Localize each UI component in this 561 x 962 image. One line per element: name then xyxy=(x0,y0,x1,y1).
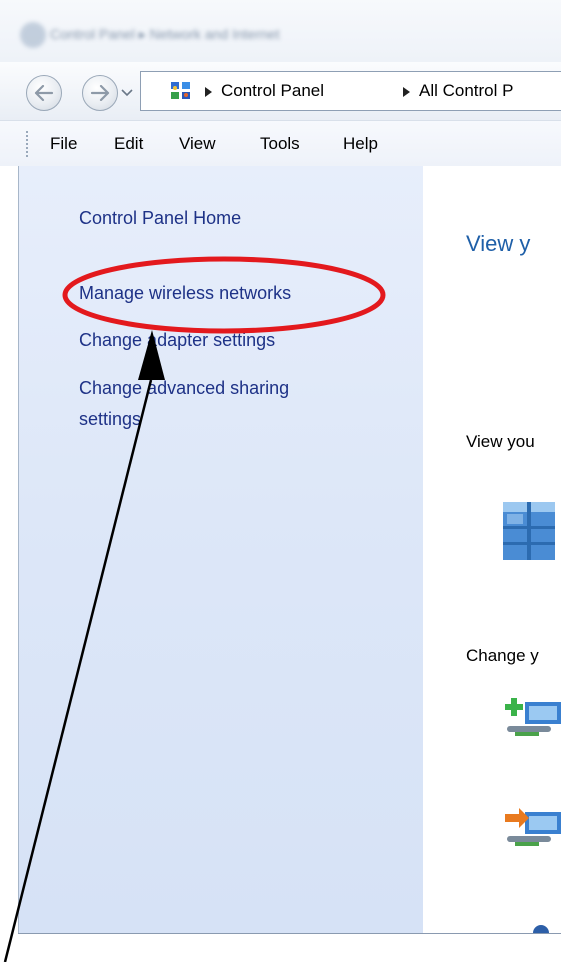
manage-wireless-networks-link[interactable]: Manage wireless networks xyxy=(79,281,291,305)
chevron-down-icon xyxy=(121,89,133,97)
menu-bar: File Edit View Tools Help xyxy=(0,120,561,166)
page-title: View y xyxy=(466,231,531,256)
task-pane: Control Panel Home Manage wireless netwo… xyxy=(18,166,423,933)
menu-edit[interactable]: Edit xyxy=(114,134,143,154)
menu-view[interactable]: View xyxy=(179,134,216,154)
breadcrumb-arrow-icon[interactable] xyxy=(205,87,212,97)
forward-arrow-icon xyxy=(90,85,110,101)
control-panel-icon xyxy=(171,82,190,99)
back-arrow-icon xyxy=(34,85,54,101)
breadcrumb-all-control-panel-items[interactable]: All Control P xyxy=(419,81,513,101)
blurred-title-strip: Control Panel ▸ Network and Internet xyxy=(20,22,560,52)
menu-grip xyxy=(26,131,28,157)
section-change-settings: Change y xyxy=(466,646,539,665)
control-panel-home-link[interactable]: Control Panel Home xyxy=(79,206,241,230)
section-view-networks: View you xyxy=(466,432,535,451)
title-bar: Control Panel ▸ Network and Internet xyxy=(0,0,561,62)
new-connection-icon[interactable] xyxy=(503,692,561,740)
window-bottom-edge xyxy=(18,933,561,934)
forward-button[interactable] xyxy=(82,75,118,111)
back-button[interactable] xyxy=(26,75,62,111)
address-bar[interactable]: Control Panel All Control P xyxy=(140,71,561,111)
connect-network-icon[interactable] xyxy=(503,802,561,850)
change-advanced-sharing-link[interactable]: Change advanced sharing xyxy=(79,376,289,400)
change-advanced-sharing-link-line2[interactable]: settings xyxy=(79,407,141,431)
recent-pages-button[interactable] xyxy=(120,86,134,100)
menu-file[interactable]: File xyxy=(50,134,77,154)
breadcrumb-control-panel[interactable]: Control Panel xyxy=(221,81,324,101)
troubleshoot-icon[interactable] xyxy=(521,921,561,933)
blurred-breadcrumb: Control Panel ▸ Network and Internet xyxy=(50,26,280,42)
breadcrumb-arrow-icon[interactable] xyxy=(403,87,410,97)
menu-help[interactable]: Help xyxy=(343,134,378,154)
navigation-bar: Control Panel All Control P xyxy=(0,62,561,120)
blurred-icon xyxy=(20,22,46,48)
network-building-icon[interactable] xyxy=(497,496,561,564)
change-adapter-settings-link[interactable]: Change adapter settings xyxy=(79,328,275,352)
content-pane: View y View you Change y xyxy=(423,166,561,933)
menu-tools[interactable]: Tools xyxy=(260,134,300,154)
